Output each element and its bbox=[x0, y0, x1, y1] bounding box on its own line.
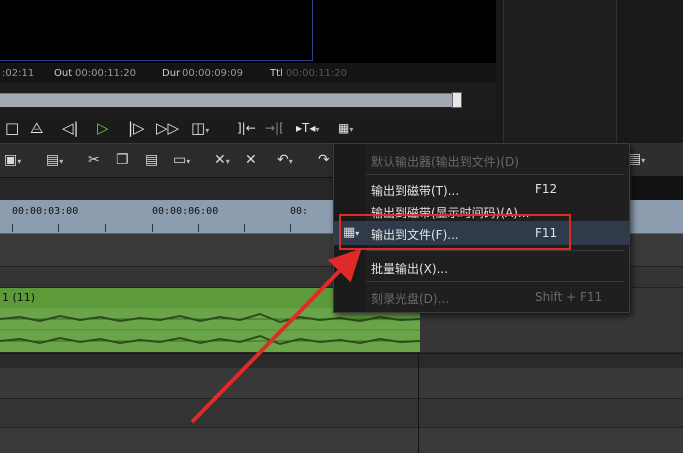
save-icon[interactable]: ▤▾ bbox=[46, 152, 63, 168]
play-icon[interactable]: ▷ bbox=[97, 120, 109, 136]
out-label: Out bbox=[54, 68, 73, 79]
ttl-timecode: 00:00:11:20 bbox=[286, 68, 348, 79]
in-timecode: :02:11 bbox=[2, 68, 35, 79]
export-icon[interactable]: ▦▾ bbox=[338, 120, 353, 138]
ruler-mark bbox=[290, 224, 291, 232]
menu-item-default-exporter[interactable]: 默认输出器(输出到文件)(D) bbox=[334, 148, 629, 172]
dur-timecode: 00:00:09:09 bbox=[182, 68, 244, 79]
timeline-track[interactable] bbox=[0, 399, 683, 428]
ruler-mark bbox=[152, 224, 153, 232]
menu-separator bbox=[366, 174, 624, 175]
menu-item-shortcut: F12 bbox=[535, 182, 558, 196]
step-forward-icon[interactable]: |▷ bbox=[128, 120, 145, 136]
menu-separator bbox=[366, 281, 624, 282]
timeline-track[interactable] bbox=[0, 428, 683, 453]
link-icon[interactable]: ▭▾ bbox=[173, 152, 190, 168]
menu-item-label: 输出到磁带(T)... bbox=[371, 184, 460, 198]
new-icon[interactable]: ▣▾ bbox=[4, 152, 21, 168]
ttl-label: Ttl bbox=[270, 68, 283, 79]
transport-controls: □ ⨺ ◁| ▷ |▷ ▷▷ ◫▾ ]|← →|[ ▸T◂▾ ▦▾ bbox=[0, 113, 496, 143]
ruler-mark bbox=[198, 224, 199, 232]
step-back-icon[interactable]: ◁| bbox=[62, 120, 79, 136]
ruler-mark bbox=[244, 224, 245, 232]
insert-icon[interactable]: ▸T◂▾ bbox=[296, 120, 319, 138]
menu-item-export-tape[interactable]: 输出到磁带(T)... F12 bbox=[334, 177, 629, 201]
annotation-highlight-box bbox=[339, 214, 571, 250]
audio-clip-waveform[interactable] bbox=[0, 308, 421, 352]
properties-icon[interactable]: ▤▾ bbox=[628, 151, 645, 167]
waveform bbox=[0, 308, 421, 352]
stop-icon[interactable]: □ bbox=[5, 120, 19, 136]
delete-icon[interactable]: ✕▾ bbox=[214, 152, 230, 168]
menu-item-shortcut: Shift + F11 bbox=[535, 290, 603, 304]
redo-icon[interactable]: ↷ bbox=[318, 152, 330, 168]
timeline-track[interactable] bbox=[0, 368, 683, 399]
menu-item-label: 刻录光盘(D)... bbox=[371, 292, 450, 306]
toolbar-spacer bbox=[632, 176, 683, 200]
timecode-bar: :02:11 Out 00:00:11:20 Dur 00:00:09:09 T… bbox=[0, 63, 496, 83]
toolbar-right-strip: ▤▾ bbox=[625, 143, 683, 176]
paste-icon[interactable]: ▤ bbox=[145, 152, 158, 168]
menu-item-label: 批量输出(X)... bbox=[371, 262, 449, 276]
fast-forward-icon[interactable]: ▷▷ bbox=[156, 120, 179, 136]
menu-separator bbox=[366, 250, 624, 251]
ruler-tick: 00: bbox=[290, 206, 309, 217]
cut-icon[interactable]: ✂ bbox=[88, 152, 100, 168]
rewind-icon[interactable]: ⨺ bbox=[30, 120, 43, 136]
ripple-delete-icon[interactable]: ✕ bbox=[245, 152, 257, 168]
preview-frame bbox=[0, 0, 313, 61]
clip-label: 1 (11) bbox=[2, 291, 36, 304]
right-panel-column bbox=[503, 0, 617, 143]
dur-label: Dur bbox=[162, 68, 181, 79]
ruler-tick: 00:00:03:00 bbox=[12, 206, 79, 217]
mark-out-icon[interactable]: →|[ bbox=[265, 120, 284, 136]
mark-in-icon[interactable]: ]|← bbox=[237, 120, 256, 136]
copy-icon[interactable]: ❐ bbox=[116, 152, 129, 168]
loop-icon[interactable]: ◫▾ bbox=[191, 120, 209, 139]
ruler-mark bbox=[58, 224, 59, 232]
out-timecode: 00:00:11:20 bbox=[75, 68, 137, 79]
menu-item-batch-export[interactable]: 批量输出(X)... bbox=[334, 255, 629, 279]
undo-icon[interactable]: ↶▾ bbox=[277, 152, 293, 168]
menu-item-burn-disc[interactable]: 刻录光盘(D)... Shift + F11 bbox=[334, 285, 629, 309]
scrub-handle[interactable] bbox=[452, 92, 462, 108]
ruler-mark bbox=[105, 224, 106, 232]
ruler-tick: 00:00:06:00 bbox=[152, 206, 219, 217]
scrub-bar[interactable] bbox=[0, 93, 458, 107]
menu-item-label: 默认输出器(输出到文件)(D) bbox=[371, 155, 519, 169]
timeline-marker-line bbox=[418, 353, 419, 453]
timeline-track[interactable] bbox=[0, 353, 683, 368]
ruler-mark bbox=[12, 224, 13, 232]
